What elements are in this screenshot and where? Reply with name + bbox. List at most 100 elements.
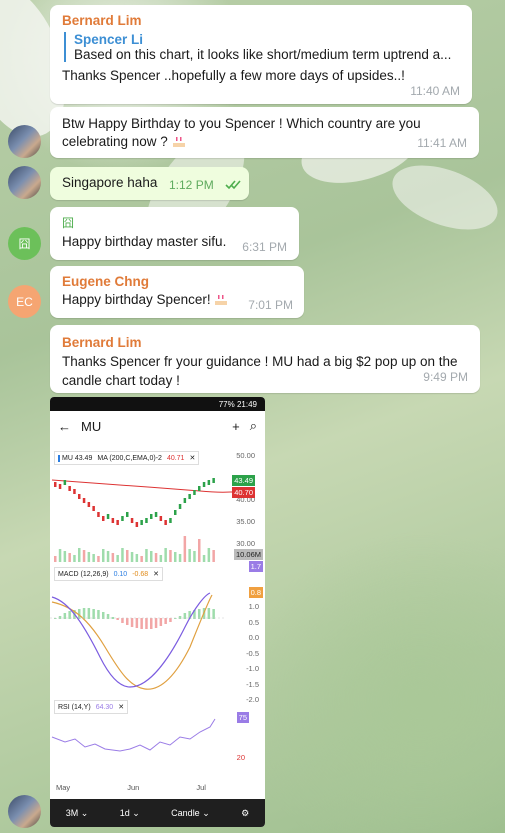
macd-hist-bar: [198, 609, 201, 619]
macd-hist-bar: [145, 618, 148, 629]
candle: [63, 480, 67, 485]
volume-bar: [145, 549, 148, 562]
avatar-initials: 囧: [18, 237, 31, 251]
volume-bar: [102, 549, 105, 562]
message-text: Thanks Spencer fr your guidance ! MU had…: [62, 354, 458, 369]
reply-quote[interactable]: Spencer Li Based on this chart, it looks…: [64, 32, 460, 62]
message-text: Singapore haha: [62, 175, 158, 190]
sender-name: 囧: [62, 216, 75, 230]
volume-bar: [106, 551, 110, 562]
candle: [68, 486, 71, 491]
macd-hist-bar: [178, 616, 182, 619]
avatar[interactable]: [8, 125, 41, 158]
message-bubble[interactable]: 囧 Happy birthday master sifu. 6:31 PM: [50, 207, 299, 260]
volume-bar: [207, 548, 211, 562]
volume-bar: [54, 556, 57, 562]
volume-bar: [193, 551, 196, 562]
avatar[interactable]: [8, 795, 41, 828]
candle: [169, 518, 172, 523]
message-text: Btw Happy Birthday to you Spencer ! Whic…: [62, 116, 421, 131]
avatar-initials: EC: [16, 294, 33, 309]
macd-hist-bar: [154, 618, 158, 628]
interval-select: 1d ⌄: [119, 807, 140, 818]
message-text-cont: celebrating now ?: [62, 134, 168, 149]
macd-hist-bar: [212, 609, 215, 619]
candle: [198, 486, 201, 491]
reply-text: Based on this chart, it looks like short…: [74, 47, 452, 62]
message-text: Happy birthday Spencer!: [62, 292, 211, 307]
volume-bar: [135, 554, 139, 562]
chart-canvas: [50, 478, 233, 752]
volume-bar: [116, 555, 119, 562]
macd-hist-bar: [82, 608, 86, 619]
candle: [97, 512, 100, 517]
macd-hist-bar: [207, 608, 211, 619]
macd-hist-bar: [169, 618, 172, 622]
candle: [188, 494, 191, 499]
volume-bar: [169, 550, 172, 562]
cake-icon: [172, 137, 185, 147]
volume-bar: [183, 536, 187, 562]
message-text-cont: candle chart today !: [62, 373, 180, 388]
macd-hist-bar: [140, 618, 143, 629]
candle: [73, 489, 76, 494]
sender-name: Eugene Chng: [62, 274, 149, 289]
avatar[interactable]: [8, 166, 41, 199]
avatar[interactable]: EC: [8, 285, 41, 318]
volume-bar: [174, 552, 177, 562]
message-time: 9:49 PM: [423, 370, 468, 384]
macd-hist-bar: [97, 610, 100, 619]
candle: [121, 516, 124, 521]
volume-bar: [188, 549, 191, 562]
chart-screenshot[interactable]: 77% 21:49 ← MU + ⌕ MU 43.49 MA (200,C,EM…: [50, 397, 265, 827]
macd-hist-bar: [130, 618, 134, 627]
message-time: 6:31 PM: [242, 240, 287, 254]
volume-bar: [178, 554, 182, 562]
macd-hist-bar: [164, 618, 167, 624]
candle: [135, 522, 139, 527]
candle: [212, 478, 215, 483]
macd-hist-bar: [150, 618, 153, 629]
message-bubble[interactable]: Btw Happy Birthday to you Spencer ! Whic…: [50, 107, 479, 158]
range-select: 3M ⌄: [65, 807, 89, 818]
volume-bar: [82, 550, 86, 562]
message-time: 11:40 AM: [410, 84, 460, 98]
volume-bar: [92, 554, 95, 562]
candle: [82, 498, 86, 503]
candle: [111, 518, 115, 523]
candle: [207, 480, 211, 485]
volume-bar: [78, 548, 81, 562]
volume-bar: [150, 551, 153, 562]
message-time: 1:12 PM: [169, 178, 214, 192]
volume-bar: [159, 555, 163, 562]
volume-bar: [126, 550, 129, 562]
volume-bar: [58, 549, 62, 562]
volume-bar: [87, 552, 91, 562]
message-time: 7:01 PM: [248, 298, 293, 312]
month-axis: May Jun Jul: [56, 783, 206, 792]
candle: [202, 482, 206, 487]
message-bubble[interactable]: Bernard Lim Thanks Spencer fr your guida…: [50, 325, 480, 393]
volume-bar: [202, 555, 206, 562]
message-bubble[interactable]: Bernard Lim Spencer Li Based on this cha…: [50, 5, 472, 104]
candle: [54, 482, 57, 487]
volume-bar: [130, 552, 134, 562]
candle: [159, 516, 163, 521]
message-time: 11:41 AM: [417, 136, 467, 150]
volume-bar: [97, 556, 100, 562]
volume-bar: [68, 553, 71, 562]
candle: [102, 516, 105, 521]
candle: [150, 514, 153, 519]
sender-name: Bernard Lim: [62, 335, 142, 350]
candle: [106, 514, 110, 519]
candle: [140, 520, 143, 525]
volume-bar: [140, 556, 143, 562]
gear-icon: ⚙: [241, 807, 250, 818]
message-bubble[interactable]: Singapore haha 1:12 PM: [50, 167, 249, 200]
message-bubble[interactable]: Eugene Chng Happy birthday Spencer! 7:01…: [50, 266, 304, 318]
sender-name: Bernard Lim: [62, 13, 142, 28]
avatar[interactable]: 囧: [8, 227, 41, 260]
reply-sender: Spencer Li: [74, 32, 144, 47]
candle: [116, 520, 119, 525]
candle: [178, 504, 182, 509]
